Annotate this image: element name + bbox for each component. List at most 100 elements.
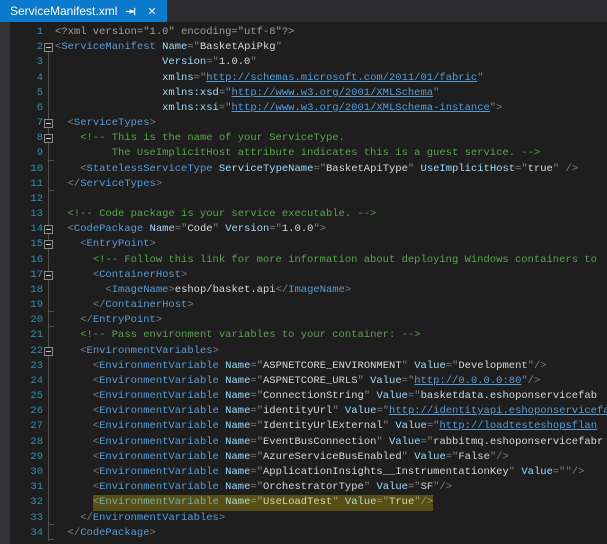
code-line: 19 </ContainerHost> <box>0 298 607 313</box>
code-token: <!-- This is the name of your ServiceTyp… <box>80 132 345 144</box>
code-token: EnvironmentVariable <box>99 405 219 417</box>
fold-toggle-icon[interactable] <box>44 240 53 249</box>
fold-guide-line <box>48 435 49 450</box>
code-token <box>55 405 93 417</box>
code-line: 10 <StatelessServiceType ServiceTypeName… <box>0 162 607 177</box>
code-line-text[interactable]: <StatelessServiceType ServiceTypeName="B… <box>55 162 607 177</box>
code-line-text[interactable]: <EnvironmentVariable Name="ASPNETCORE_UR… <box>55 374 607 389</box>
pin-icon[interactable] <box>125 5 138 18</box>
code-line-text[interactable]: <EnvironmentVariable Name="EventBusConne… <box>55 435 607 450</box>
code-line-text[interactable]: </EnvironmentVariables> <box>55 511 607 526</box>
fold-toggle-icon[interactable] <box>44 347 53 356</box>
code-token <box>55 481 93 493</box>
code-line: 8 <!-- This is the name of your ServiceT… <box>0 131 607 146</box>
code-token <box>55 390 93 402</box>
code-line-text[interactable]: <EntryPoint> <box>55 237 607 252</box>
code-token: </ <box>80 512 93 524</box>
code-line-text[interactable]: xmlns:xsi="http://www.w3.org/2001/XMLSch… <box>55 101 607 116</box>
code-token: =" <box>250 405 263 417</box>
code-line-text[interactable]: xmlns="http://schemas.microsoft.com/2011… <box>55 71 607 86</box>
code-line-text[interactable]: <!-- This is the name of your ServiceTyp… <box>55 131 607 146</box>
line-number: 23 <box>0 359 43 374</box>
fold-toggle-icon[interactable] <box>44 225 53 234</box>
code-token: EnvironmentVariables <box>93 512 219 524</box>
code-line: 15 <EntryPoint> <box>0 237 607 252</box>
code-line-text[interactable]: <ImageName>eshop/basket.api</ImageName> <box>55 283 607 298</box>
code-token <box>55 496 93 508</box>
code-token: ServiceManifest <box>61 41 156 53</box>
code-token: BasketApiType <box>326 163 408 175</box>
code-token: Value <box>395 420 427 432</box>
code-line-text[interactable]: <EnvironmentVariable Name="ConnectionStr… <box>55 389 607 404</box>
code-token: > <box>150 117 156 129</box>
code-line-text[interactable]: <EnvironmentVariable Name="AzureServiceB… <box>55 450 607 465</box>
line-number: 14 <box>0 222 43 237</box>
code-token: http://schemas.microsoft.com/2011/01/fab… <box>206 72 477 84</box>
code-line-text[interactable]: Version="1.0.0" <box>55 55 607 70</box>
code-line-text[interactable]: xmlns:xsd="http://www.w3.org/2001/XMLSch… <box>55 86 607 101</box>
code-line-text[interactable] <box>55 192 607 207</box>
code-line-text[interactable]: <?xml version="1.0" encoding="utf-8"?> <box>55 25 607 40</box>
code-line-text[interactable]: <!-- Pass environment variables to your … <box>55 328 607 343</box>
code-line: 29 <EnvironmentVariable Name="AzureServi… <box>0 450 607 465</box>
tab-servicemanifest[interactable]: ServiceManifest.xml ✕ <box>0 0 167 22</box>
code-token: Code <box>187 223 212 235</box>
fold-toggle-icon[interactable] <box>44 119 53 128</box>
code-line-text[interactable]: The UseImplicitHost attribute indicates … <box>55 146 607 161</box>
code-line: 6 xmlns:xsi="http://www.w3.org/2001/XMLS… <box>0 101 607 116</box>
code-line-text[interactable]: </EntryPoint> <box>55 313 607 328</box>
code-token: Name <box>225 390 250 402</box>
code-token: " <box>364 390 377 402</box>
code-line-text[interactable]: <EnvironmentVariable Name="OrchestratorT… <box>55 480 607 495</box>
line-number: 33 <box>0 511 43 526</box>
code-token: =""/> <box>553 466 585 478</box>
code-line-text[interactable]: <ServiceTypes> <box>55 116 607 131</box>
code-token: > <box>156 178 162 190</box>
code-line-text[interactable]: <EnvironmentVariables> <box>55 344 607 359</box>
code-line-text[interactable]: <CodePackage Name="Code" Version="1.0.0"… <box>55 222 607 237</box>
fold-guide-line <box>48 465 49 480</box>
code-line-text[interactable]: </ServiceTypes> <box>55 177 607 192</box>
code-token: eshop/basket.api <box>175 284 276 296</box>
code-line-text[interactable]: <EnvironmentVariable Name="ApplicationIn… <box>55 465 607 480</box>
code-token: rabbitmq.eshoponservicefabr <box>433 436 603 448</box>
line-number: 8 <box>0 131 43 146</box>
code-token: BasketApiPkg <box>200 41 276 53</box>
code-token <box>55 512 80 524</box>
close-icon[interactable]: ✕ <box>146 5 157 18</box>
line-number: 24 <box>0 374 43 389</box>
code-token: =" <box>421 436 434 448</box>
code-line-text[interactable]: <EnvironmentVariable Name="ASPNETCORE_EN… <box>55 359 607 374</box>
code-token: "/> <box>528 360 547 372</box>
fold-toggle-icon[interactable] <box>44 134 53 143</box>
code-line-text[interactable]: <!-- Code package is your service execut… <box>55 207 607 222</box>
code-area[interactable]: 1<?xml version="1.0" encoding="utf-8"?>2… <box>0 25 607 541</box>
code-line-text[interactable]: <EnvironmentVariable Name="identityUrl" … <box>55 404 607 419</box>
code-token <box>55 420 93 432</box>
fold-toggle-icon[interactable] <box>44 43 53 52</box>
code-line-text[interactable]: <EnvironmentVariable Name="UseLoadTest" … <box>55 495 607 510</box>
code-line: 22 <EnvironmentVariables> <box>0 344 607 359</box>
fold-toggle-icon[interactable] <box>44 271 53 280</box>
code-token: " <box>276 41 282 53</box>
code-line: 11 </ServiceTypes> <box>0 177 607 192</box>
code-line-text[interactable]: </CodePackage> <box>55 526 607 541</box>
code-token: Name <box>225 436 250 448</box>
code-line-text[interactable]: </ContainerHost> <box>55 298 607 313</box>
fold-guide-line <box>48 404 49 419</box>
code-token: =" <box>250 466 263 478</box>
line-number: 15 <box>0 237 43 252</box>
code-token: "/> <box>490 451 509 463</box>
code-token: EnvironmentVariable <box>99 436 219 448</box>
code-line-text[interactable]: <EnvironmentVariable Name="IdentityUrlEx… <box>55 419 607 434</box>
code-token <box>55 132 80 144</box>
fold-end-tick <box>48 524 54 525</box>
code-token: " <box>402 451 415 463</box>
code-line-text[interactable]: <ContainerHost> <box>55 268 607 283</box>
code-token: CodePackage <box>74 223 143 235</box>
code-token: EntryPoint <box>93 314 156 326</box>
code-token: Value <box>345 405 377 417</box>
fold-guide-line <box>48 450 49 465</box>
code-line-text[interactable]: <!-- Follow this link for more informati… <box>55 253 607 268</box>
code-line-text[interactable]: <ServiceManifest Name="BasketApiPkg" <box>55 40 607 55</box>
